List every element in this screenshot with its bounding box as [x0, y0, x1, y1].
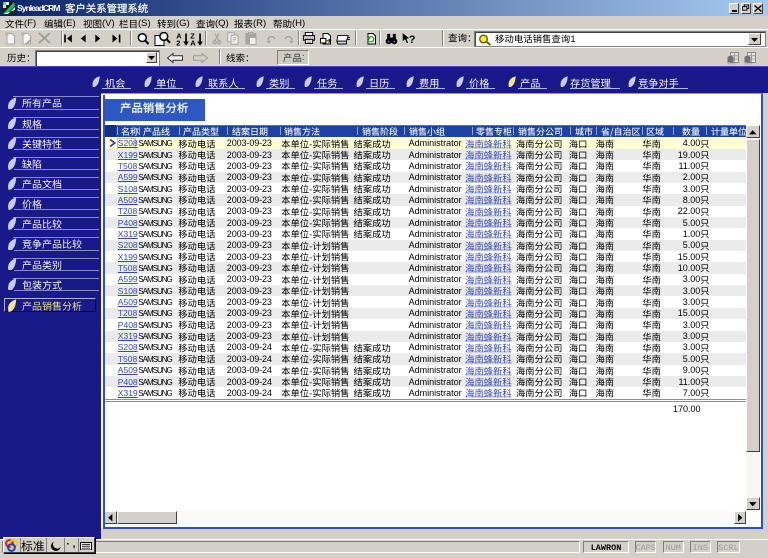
- svg-text:A: A: [190, 38, 196, 46]
- svg-text:2: 2: [176, 38, 180, 46]
- svg-text:?: ?: [409, 34, 416, 45]
